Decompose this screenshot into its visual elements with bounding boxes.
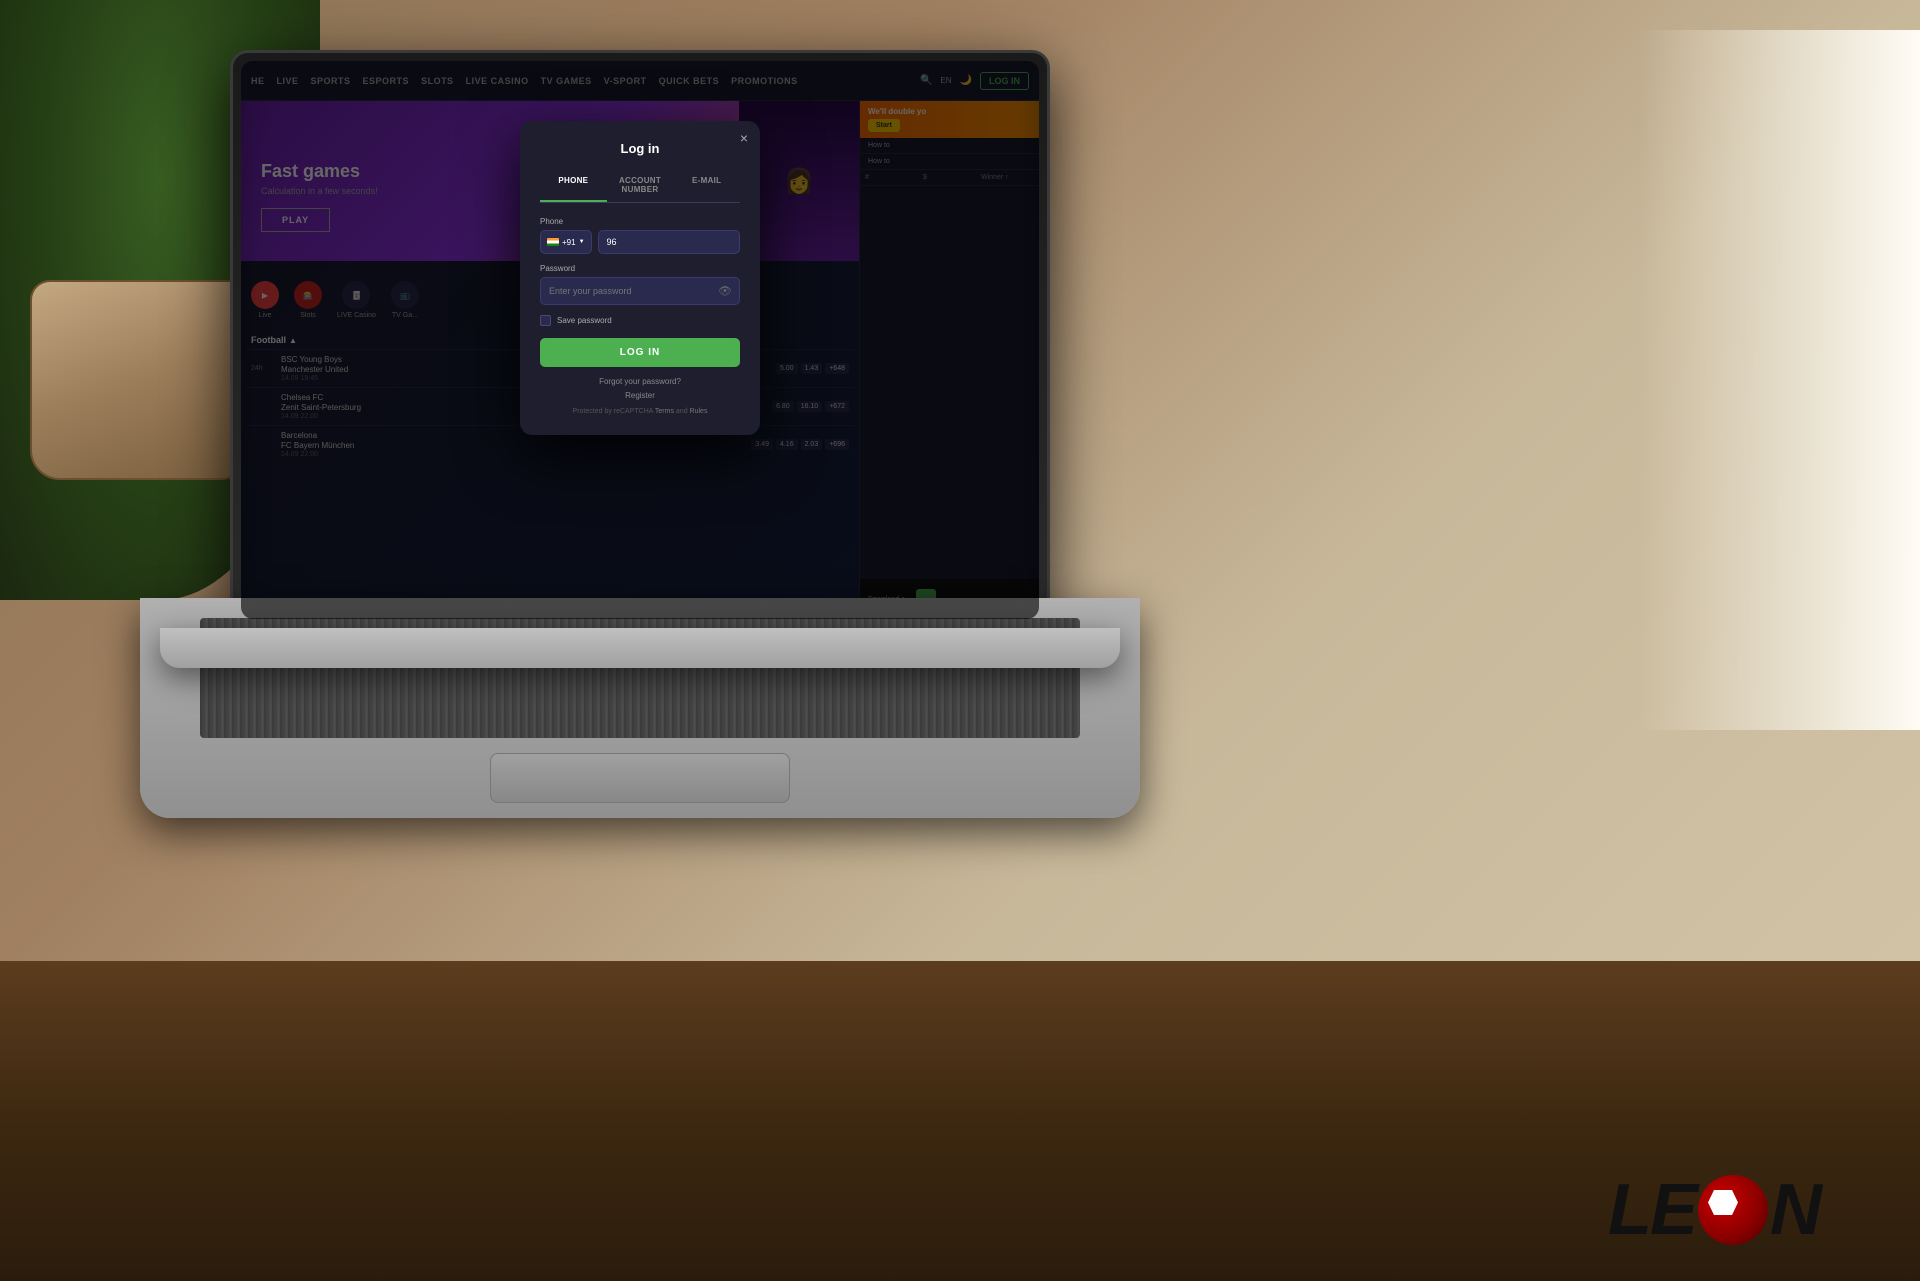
save-password-row: Save password: [540, 315, 740, 326]
modal-tabs: PHONE ACCOUNT NUMBER E-MAIL: [540, 170, 740, 203]
country-code-value: +91: [562, 238, 576, 247]
laptop-bottom-bar: [160, 628, 1120, 668]
leon-logo-n: N: [1770, 1169, 1820, 1251]
save-password-checkbox[interactable]: [540, 315, 551, 326]
laptop-screen-outer: HE LIVE SPORTS ESPORTS SLOTS LIVE CASINO…: [230, 50, 1050, 630]
rules-link[interactable]: Rules: [690, 408, 708, 415]
phone-row: +91 ▼: [540, 230, 740, 254]
and-text: and: [676, 408, 688, 415]
password-label: Password: [540, 264, 740, 273]
laptop-screen-bezel: HE LIVE SPORTS ESPORTS SLOTS LIVE CASINO…: [241, 61, 1039, 619]
recaptcha-text: Protected by reCAPTCHA: [573, 408, 654, 415]
leon-logo-le: LE: [1608, 1169, 1696, 1251]
save-password-label: Save password: [557, 316, 612, 325]
show-password-icon[interactable]: 👁: [718, 285, 732, 298]
modal-title: Log in: [540, 141, 740, 156]
country-dropdown-icon: ▼: [579, 239, 585, 245]
phone-input[interactable]: [598, 230, 740, 254]
password-wrapper: 👁: [540, 277, 740, 305]
leon-logo: LE N: [1608, 1169, 1820, 1251]
terms-link[interactable]: Terms: [655, 408, 674, 415]
plant-pot: [30, 280, 250, 480]
modal-overlay: Log in × PHONE ACCOUNT NUMBER E-MAIL Pho…: [241, 61, 1039, 619]
leon-logo-ball: [1698, 1175, 1768, 1245]
register-link[interactable]: Register: [540, 391, 740, 400]
modal-close-button[interactable]: ×: [740, 131, 748, 145]
modal-links: Forgot your password? Register: [540, 377, 740, 400]
recaptcha-notice: Protected by reCAPTCHA Terms and Rules: [540, 408, 740, 415]
password-input[interactable]: [540, 277, 740, 305]
tab-email[interactable]: E-MAIL: [673, 170, 740, 202]
login-modal: Log in × PHONE ACCOUNT NUMBER E-MAIL Pho…: [520, 121, 760, 435]
login-submit-button[interactable]: LOG IN: [540, 338, 740, 367]
india-flag: [547, 238, 559, 246]
forgot-password-link[interactable]: Forgot your password?: [540, 377, 740, 386]
phone-label: Phone: [540, 217, 740, 226]
country-code-selector[interactable]: +91 ▼: [540, 230, 592, 254]
trackpad[interactable]: [490, 753, 790, 803]
window-light: [1640, 30, 1920, 730]
tab-phone[interactable]: PHONE: [540, 170, 607, 202]
tab-account-number[interactable]: ACCOUNT NUMBER: [607, 170, 674, 202]
website-content: HE LIVE SPORTS ESPORTS SLOTS LIVE CASINO…: [241, 61, 1039, 619]
